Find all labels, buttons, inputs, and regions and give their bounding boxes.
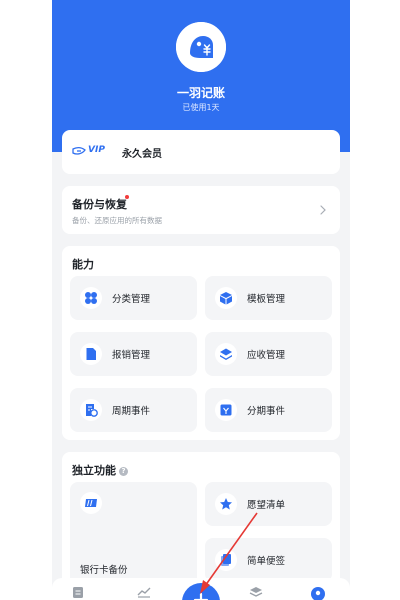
cube-icon xyxy=(215,287,237,309)
tile-label: 应收管理 xyxy=(247,350,286,361)
bird-yen-icon xyxy=(176,22,226,72)
document-icon xyxy=(80,343,102,365)
tile-label: 周期事件 xyxy=(112,406,151,417)
installment-icon xyxy=(215,399,237,421)
receivable-manage-button[interactable]: 应收管理 xyxy=(205,332,332,376)
chart-icon[interactable] xyxy=(136,586,152,600)
card-icon xyxy=(80,492,102,514)
tile-label: 模板管理 xyxy=(247,294,286,305)
bank-card-backup-button[interactable]: 银行卡备份 xyxy=(70,482,197,592)
vip-badge-text: VIP xyxy=(88,145,105,155)
list-icon[interactable] xyxy=(70,586,86,600)
tile-label: 报销管理 xyxy=(112,350,151,361)
tile-label: 愿望清单 xyxy=(247,500,286,511)
bank-card-backup-label: 银行卡备份 xyxy=(80,565,128,576)
installment-event-button[interactable]: 分期事件 xyxy=(205,388,332,432)
layers-icon[interactable] xyxy=(248,586,264,600)
independent-title: 独立功能? xyxy=(72,462,128,478)
abilities-title: 能力 xyxy=(72,258,94,271)
layers-icon xyxy=(215,343,237,365)
backup-title: 备份与恢复 xyxy=(72,198,127,211)
reimbursement-manage-button[interactable]: 报销管理 xyxy=(70,332,197,376)
grid-icon xyxy=(80,287,102,309)
app-name: 一羽记账 xyxy=(176,86,225,100)
add-record-button[interactable] xyxy=(182,583,220,600)
tile-label: 分类管理 xyxy=(112,294,151,305)
independent-title-text: 独立功能 xyxy=(72,464,116,477)
star-icon xyxy=(215,493,237,515)
wishlist-button[interactable]: 愿望清单 xyxy=(205,482,332,526)
usage-days: 已使用1天 xyxy=(182,103,220,112)
backup-restore-item[interactable]: 备份与恢复 备份、还原应用的所有数据 xyxy=(62,186,340,234)
category-manage-button[interactable]: 分类管理 xyxy=(70,276,197,320)
tile-label: 简单便签 xyxy=(247,556,286,567)
abilities-section: 能力 分类管理 模板管理 报销管理 应收管理 周期事件 分期事件 xyxy=(62,246,340,440)
template-manage-button[interactable]: 模板管理 xyxy=(205,276,332,320)
membership-card[interactable]: VIP 永久会员 xyxy=(62,130,340,174)
membership-label: 永久会员 xyxy=(122,149,162,160)
calendar-cycle-icon xyxy=(80,399,102,421)
profile-icon[interactable] xyxy=(310,586,326,600)
add-icon xyxy=(193,592,209,600)
tile-label: 分期事件 xyxy=(247,406,286,417)
simple-notes-button[interactable]: 简单便签 xyxy=(205,538,332,582)
app-screen: 一羽记账 已使用1天 VIP 永久会员 备份与恢复 备份、还原应用的所有数据 能… xyxy=(52,0,350,600)
notes-icon xyxy=(215,549,237,571)
chevron-right-icon xyxy=(320,205,326,215)
help-icon[interactable]: ? xyxy=(119,467,128,476)
backup-description: 备份、还原应用的所有数据 xyxy=(72,216,162,225)
recurring-event-button[interactable]: 周期事件 xyxy=(70,388,197,432)
notification-dot xyxy=(125,195,129,199)
